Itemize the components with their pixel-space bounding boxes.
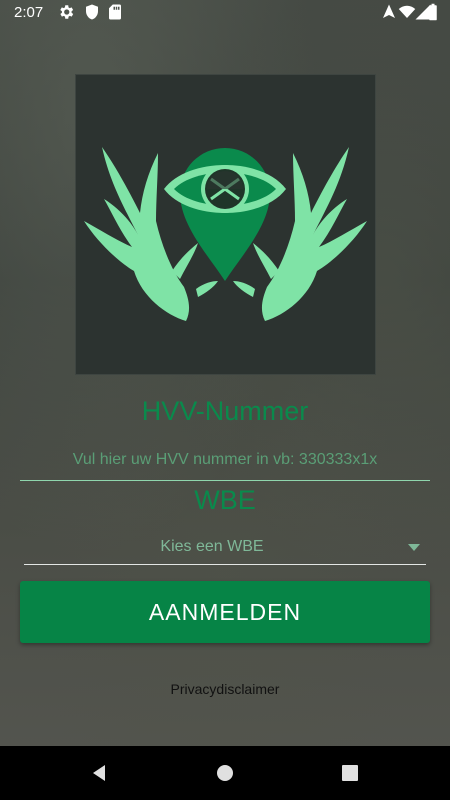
recents-icon[interactable]: [340, 763, 360, 783]
hvv-number-field[interactable]: [20, 440, 430, 481]
dropdown-arrow-icon: [408, 544, 420, 551]
gear-icon: [60, 5, 74, 19]
wbe-label: WBE: [194, 485, 256, 515]
back-icon[interactable]: [89, 763, 109, 783]
location-icon: [383, 4, 395, 18]
status-bar: 2:07: [0, 0, 450, 26]
hvv-number-input[interactable]: [20, 440, 430, 480]
shield-icon: [86, 4, 98, 20]
hvv-label: HVV-Nummer: [141, 396, 309, 426]
privacy-disclaimer-link[interactable]: Privacydisclaimer: [0, 681, 450, 697]
battery-icon: [429, 3, 437, 21]
antler-eye-logo-icon: [84, 147, 367, 321]
app-logo: [75, 74, 376, 375]
wbe-dropdown[interactable]: Kies een WBE: [24, 532, 426, 565]
login-button[interactable]: AANMELDEN: [20, 581, 430, 643]
sd-card-icon: [109, 4, 121, 20]
status-time: 2:07: [14, 4, 44, 21]
navigation-bar: [0, 746, 450, 800]
home-icon[interactable]: [215, 763, 235, 783]
wbe-selected-value: Kies een WBE: [160, 538, 264, 555]
